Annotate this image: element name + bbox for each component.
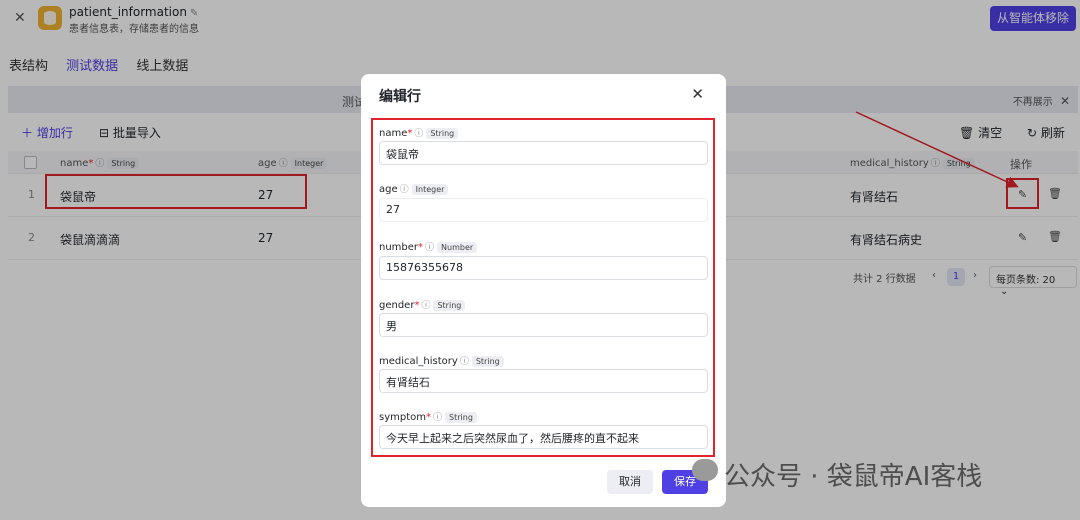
field-label-medical-history: medical_history ⓘ String [379,354,504,367]
medical-history-field[interactable]: 有肾结石 [379,369,708,393]
type-chip: Number [437,242,478,253]
info-icon: ⓘ [459,357,469,367]
type-chip: String [471,356,504,367]
type-chip: String [433,300,466,311]
wechat-logo [692,459,718,481]
field-label-name: name* ⓘ String [379,126,459,139]
close-icon[interactable]: ✕ [691,85,704,103]
watermark-text: 公众号 · 袋鼠帝AI客栈 [724,462,983,492]
info-icon: ⓘ [414,129,424,139]
type-chip: Integer [411,184,449,195]
type-chip: String [426,128,459,139]
field-label-number: number* ⓘ Number [379,240,478,253]
cancel-button[interactable]: 取消 [607,470,653,494]
required-mark: * [418,242,424,253]
field-name: age [379,184,398,195]
dialog-title: 编辑行 [379,89,421,105]
info-icon: ⓘ [399,185,409,195]
field-name: number [379,242,419,253]
symptom-field[interactable]: 今天早上起来之后突然尿血了，然后腰疼的直不起来 [379,425,708,449]
info-icon: ⓘ [421,301,431,311]
age-field[interactable]: 27 [379,198,708,222]
field-label-age: age ⓘ Integer [379,182,449,195]
info-icon: ⓘ [425,243,435,253]
field-name: name [379,128,408,139]
type-chip: String [445,412,477,423]
edit-row-dialog: 编辑行 ✕ name* ⓘ String 袋鼠帝 age ⓘ Integer 27 nu… [361,74,726,507]
field-name: gender [379,300,415,311]
field-name: medical_history [379,356,458,367]
required-mark: * [407,128,413,139]
field-label-gender: gender* ⓘ String [379,298,466,311]
required-mark: * [426,412,431,423]
info-icon: ⓘ [433,413,443,423]
name-field[interactable]: 袋鼠帝 [379,141,708,165]
field-label-symptom: symptom* ⓘ String [379,410,477,423]
number-field[interactable]: 15876355678 [379,256,708,280]
gender-field[interactable]: 男 [379,313,708,337]
field-name: symptom [379,412,426,423]
form-highlight-box [371,118,715,457]
required-mark: * [414,300,420,311]
